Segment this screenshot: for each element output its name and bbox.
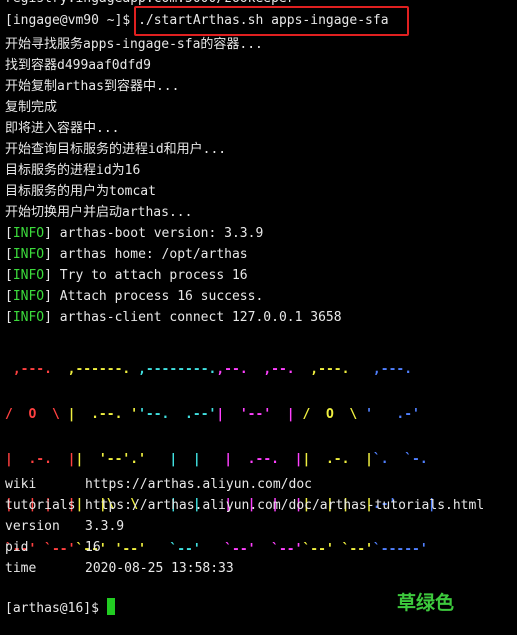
logo-segment: ,--------. bbox=[138, 362, 217, 377]
info-key: version bbox=[5, 519, 60, 534]
logo-segment: ,------. bbox=[67, 362, 139, 377]
info-key: tutorials bbox=[5, 498, 76, 513]
output-line: 即将进入容器中... bbox=[5, 121, 120, 136]
logo-segment: | | bbox=[145, 452, 225, 467]
logo-segment: `-----' bbox=[372, 542, 436, 557]
output-line: 目标服务的用户为tomcat bbox=[5, 184, 156, 199]
logo-segment: / O \ bbox=[294, 407, 366, 422]
info-tag: INFO bbox=[12, 268, 45, 283]
info-row-time: time 2020-08-25 13:58:33 bbox=[5, 558, 234, 579]
logo-segment: ,---. bbox=[294, 362, 366, 377]
logo-segment: | .-. | bbox=[302, 452, 373, 467]
logo-segment: `--' `--' bbox=[224, 542, 303, 557]
logo-segment: `. `-. bbox=[372, 452, 436, 467]
info-value: 3.3.9 bbox=[85, 519, 125, 534]
output-line: 复制完成 bbox=[5, 100, 58, 115]
info-value: https://arthas.aliyun.com/doc bbox=[85, 477, 312, 492]
info-line: [INFO] arthas home: /opt/arthas bbox=[5, 247, 248, 262]
info-text: arthas-client connect 127.0.0.1 3658 bbox=[59, 310, 342, 325]
logo-segment: `--' `--' bbox=[302, 542, 373, 557]
logo-row: | .-. || '--'.' | | | .--. || .-. |`. `-… bbox=[5, 452, 436, 467]
info-value: 2020-08-25 13:58:33 bbox=[85, 561, 234, 576]
output-line: 目标服务的进程id为16 bbox=[5, 163, 141, 178]
info-row-wiki: wiki https://arthas.aliyun.com/doc bbox=[5, 474, 312, 495]
info-row-version: version 3.3.9 bbox=[5, 516, 124, 537]
logo-row: / O \ | .--. ''--. .--'| '--' | / O \ ' … bbox=[5, 407, 436, 422]
info-key: time bbox=[5, 561, 37, 576]
output-line: 开始寻找服务apps-ingage-sfa的容器... bbox=[5, 37, 263, 52]
logo-segment: ' .-' bbox=[365, 407, 428, 422]
logo-segment: '--. .--' bbox=[138, 407, 217, 422]
output-line: 找到容器d499aaf0dfd9 bbox=[5, 58, 151, 73]
logo-segment: | .--. ' bbox=[67, 407, 139, 422]
arthas-prompt-line[interactable]: [arthas@16]$ bbox=[5, 598, 115, 619]
terminal-cursor bbox=[106, 598, 115, 615]
info-value: https://arthas.aliyun.com/doc/arthas-tut… bbox=[85, 498, 485, 513]
output-line: 开始查询目标服务的进程id和用户... bbox=[5, 142, 227, 157]
output-line: 开始复制arthas到容器中... bbox=[5, 79, 180, 94]
info-value: 16 bbox=[85, 540, 101, 555]
output-line: 开始切换用户并启动arthas... bbox=[5, 205, 193, 220]
shell-prompt: [ingage@vm90 ~]$ bbox=[5, 13, 139, 28]
info-line: [INFO] Attach process 16 success. bbox=[5, 289, 264, 304]
logo-segment: ,---. bbox=[5, 362, 68, 377]
info-line: [INFO] Try to attach process 16 bbox=[5, 268, 248, 283]
info-tag: INFO bbox=[12, 247, 45, 262]
logo-row: ,---. ,------. ,--------.,--. ,--. ,---.… bbox=[5, 362, 436, 377]
watermark-label: 草绿色 bbox=[397, 592, 455, 614]
info-row-pid: pid 16 bbox=[5, 537, 101, 558]
logo-segment: | '--'.' bbox=[75, 452, 146, 467]
terminal-window[interactable]: registry.ingageapp.com:5000/zookeeper [i… bbox=[0, 0, 517, 635]
info-key: pid bbox=[5, 540, 29, 555]
info-text: Attach process 16 success. bbox=[59, 289, 264, 304]
logo-segment: | '--' | bbox=[216, 407, 295, 422]
logo-segment: | .-. | bbox=[5, 452, 76, 467]
info-text: Try to attach process 16 bbox=[59, 268, 248, 283]
logo-segment: / O \ bbox=[5, 407, 68, 422]
arthas-prompt: [arthas@16]$ bbox=[5, 601, 107, 616]
logo-segment: | .--. | bbox=[224, 452, 303, 467]
logo-segment: `--' bbox=[145, 542, 225, 557]
info-tag: INFO bbox=[12, 289, 45, 304]
logo-segment: ,--. ,--. bbox=[216, 362, 295, 377]
info-tag: INFO bbox=[12, 226, 45, 241]
info-tag: INFO bbox=[12, 310, 45, 325]
info-text: arthas home: /opt/arthas bbox=[59, 247, 248, 262]
info-line: [INFO] arthas-client connect 127.0.0.1 3… bbox=[5, 310, 342, 325]
info-key: wiki bbox=[5, 477, 37, 492]
command-highlight-box bbox=[134, 6, 409, 36]
info-text: arthas-boot version: 3.3.9 bbox=[59, 226, 264, 241]
logo-segment: ,---. bbox=[365, 362, 428, 377]
info-line: [INFO] arthas-boot version: 3.3.9 bbox=[5, 226, 264, 241]
info-row-tutorials: tutorials https://arthas.aliyun.com/doc/a… bbox=[5, 495, 484, 516]
